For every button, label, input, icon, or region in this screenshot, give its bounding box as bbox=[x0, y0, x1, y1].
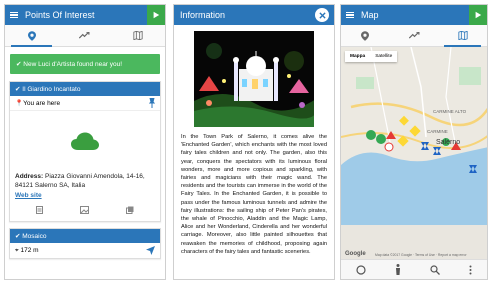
play-button[interactable] bbox=[469, 5, 487, 25]
you-are-here-row: 📍You are here bbox=[10, 96, 160, 111]
play-icon bbox=[475, 11, 482, 19]
distance-row: ⌖ 172 m bbox=[10, 243, 160, 258]
image-icon[interactable] bbox=[79, 206, 89, 214]
card-header: ✔ Il Giardino Incantato bbox=[10, 82, 160, 96]
garden-photo bbox=[194, 31, 314, 127]
map-view[interactable]: Mappa Satellite CARMINE ALTO CARMINE Sal… bbox=[341, 47, 487, 259]
pin-marker-icon[interactable] bbox=[149, 98, 155, 108]
map-icon bbox=[458, 31, 468, 40]
map-canvas bbox=[341, 47, 487, 225]
label-carmine-alto: CARMINE ALTO bbox=[433, 109, 467, 114]
tab-trending[interactable] bbox=[390, 25, 439, 46]
more-vert-icon[interactable] bbox=[469, 265, 472, 275]
location-pin-icon bbox=[361, 30, 370, 41]
tab-location[interactable] bbox=[341, 25, 390, 46]
menu-icon[interactable] bbox=[341, 11, 359, 19]
info-appbar: Information bbox=[174, 5, 334, 25]
label-salerno: Salerno bbox=[436, 139, 461, 146]
address-block: Address: Piazza Giovanni Amendola, 14-16… bbox=[10, 171, 160, 192]
card-title: Il Giardino Incantato bbox=[22, 85, 81, 93]
play-button[interactable] bbox=[147, 5, 165, 25]
location-pin-icon bbox=[27, 30, 36, 41]
cloud-icon bbox=[71, 132, 99, 150]
copy-icon[interactable] bbox=[125, 206, 134, 214]
distance-value: 172 m bbox=[20, 246, 39, 254]
tab-trending[interactable] bbox=[58, 25, 111, 46]
card-title: Mosaico bbox=[22, 232, 47, 240]
map-title: Map bbox=[361, 10, 379, 20]
card-header: ✔ Mosaico bbox=[10, 229, 160, 243]
weather-area bbox=[10, 111, 160, 171]
pin-icon: 📍 bbox=[15, 100, 24, 107]
document-icon[interactable] bbox=[36, 206, 44, 214]
map-type-option[interactable]: Satellite bbox=[370, 51, 397, 62]
tab-map[interactable] bbox=[112, 25, 165, 46]
check-icon: ✔ bbox=[15, 233, 23, 240]
info-screen: Information In the Town Park of Salerno,… bbox=[173, 4, 335, 280]
search-icon[interactable] bbox=[430, 264, 441, 275]
navigate-icon[interactable] bbox=[146, 246, 155, 255]
poi-title: Points Of Interest bbox=[25, 10, 95, 20]
poi-card-giardino[interactable]: ✔ Il Giardino Incantato 📍You are here Ad… bbox=[9, 81, 161, 222]
tab-location[interactable] bbox=[5, 25, 58, 47]
close-button[interactable] bbox=[315, 8, 329, 22]
map-screen: Map Mappa Satellite CARMINE ALTO CARMINE… bbox=[340, 4, 488, 280]
check-icon: ✔ bbox=[15, 86, 23, 93]
app-screenshots: Points Of Interest ✔ New Luci d'Artista … bbox=[0, 0, 491, 284]
close-icon bbox=[318, 11, 326, 19]
map-type-option[interactable]: Mappa bbox=[345, 51, 370, 62]
play-icon bbox=[153, 11, 160, 19]
circle-icon[interactable] bbox=[356, 264, 366, 275]
poi-tabs bbox=[5, 25, 165, 47]
address-label: Address: bbox=[15, 173, 44, 180]
map-tabs bbox=[341, 25, 487, 47]
map-type-toggle: Mappa Satellite bbox=[345, 51, 398, 62]
illuminated-garden-image bbox=[194, 31, 314, 127]
info-title: Information bbox=[180, 10, 226, 20]
new-poi-notice[interactable]: ✔ New Luci d'Artista found near you! bbox=[10, 54, 160, 74]
poi-appbar: Points Of Interest bbox=[5, 5, 165, 25]
trending-icon bbox=[79, 32, 90, 39]
tab-map[interactable] bbox=[438, 25, 487, 47]
you-are-here-label: You are here bbox=[23, 100, 61, 107]
menu-icon[interactable] bbox=[5, 11, 23, 19]
website-link[interactable]: Web site bbox=[10, 192, 160, 199]
label-carmine: CARMINE bbox=[427, 129, 448, 134]
map-appbar: Map bbox=[341, 5, 487, 25]
map-footer: Map data ©2017 Google · Terms of Use · R… bbox=[375, 253, 467, 257]
map-icon bbox=[133, 31, 143, 40]
poi-screen: Points Of Interest ✔ New Luci d'Artista … bbox=[4, 4, 166, 280]
person-icon[interactable] bbox=[395, 264, 401, 275]
notice-text: New Luci d'Artista found near you! bbox=[23, 61, 123, 68]
card-actions bbox=[10, 199, 160, 221]
info-description: In the Town Park of Salerno, it comes al… bbox=[181, 134, 327, 255]
poi-card-mosaico[interactable]: ✔ Mosaico ⌖ 172 m bbox=[9, 228, 161, 259]
google-logo: Google bbox=[345, 251, 366, 257]
bottom-nav bbox=[341, 259, 487, 279]
trending-icon bbox=[408, 32, 419, 39]
